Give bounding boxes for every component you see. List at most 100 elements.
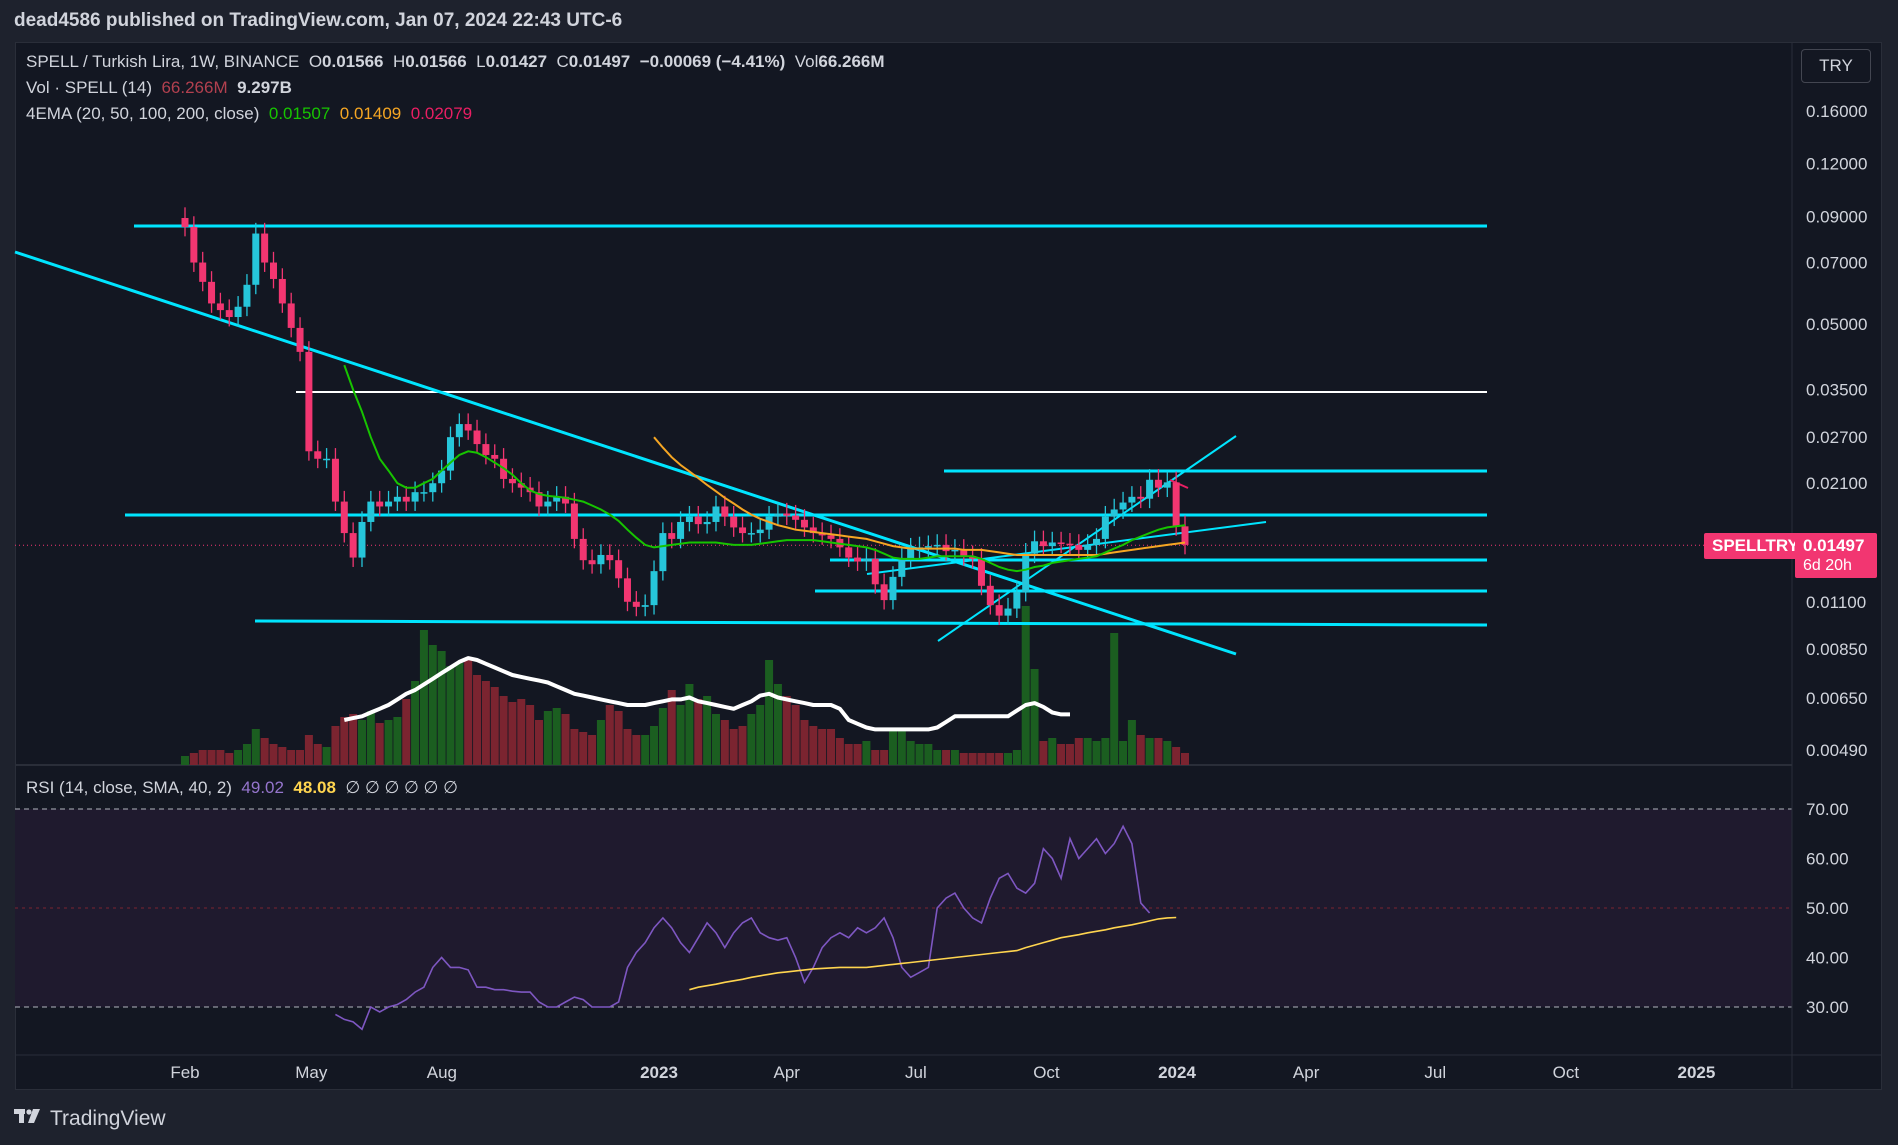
candle-body — [898, 558, 906, 577]
legend-volume-value-2: 9.297B — [237, 78, 292, 97]
volume-bar — [508, 702, 517, 765]
price-tick-label: 0.16000 — [1806, 102, 1867, 121]
time-tick-label: Oct — [1553, 1063, 1580, 1082]
drawing-lines-group — [14, 224, 1488, 656]
volume-bar — [251, 729, 260, 765]
volume-bar — [835, 738, 844, 765]
candle-body — [659, 533, 667, 572]
candle-body — [1137, 496, 1145, 499]
volume-bar — [517, 699, 526, 765]
candle-body — [1084, 544, 1092, 550]
volume-bar — [349, 714, 358, 765]
volume-bars-group — [181, 606, 1189, 765]
price-tick-label: 0.02100 — [1806, 474, 1867, 493]
candle-body — [455, 424, 463, 438]
candle-body — [703, 521, 711, 525]
candle-body — [376, 501, 384, 507]
candle-body — [349, 533, 357, 558]
last-price-tag: 0.01497 6d 20h — [1795, 533, 1877, 578]
candle-body — [385, 501, 393, 507]
volume-bar — [384, 720, 393, 765]
volume-bar — [1048, 738, 1057, 765]
candle-body — [305, 351, 313, 452]
chart-svg[interactable]: 0.16000 0.12000 0.09000 0.07000 0.05000 0.035… — [0, 0, 1898, 1145]
candle-body — [845, 547, 853, 558]
volume-bar — [340, 717, 349, 765]
candle-body — [323, 458, 331, 461]
candle-body — [287, 303, 295, 328]
candle-body — [367, 501, 375, 522]
candle-body — [632, 601, 640, 607]
legend-rsi-empty-values: ∅ ∅ ∅ ∅ ∅ ∅ — [345, 778, 458, 797]
legend-ema-indicator[interactable]: 4EMA (20, 50, 100, 200, close) — [26, 104, 259, 123]
legend-low: 0.01427 — [485, 52, 548, 71]
channel-line-upper — [937, 435, 1237, 642]
currency-button[interactable]: TRY — [1801, 49, 1871, 83]
volume-bar — [1039, 741, 1048, 765]
volume-bar — [1092, 741, 1101, 765]
time-tick-label: May — [295, 1063, 328, 1082]
candle-body — [331, 458, 339, 502]
volume-bar — [216, 750, 225, 765]
volume-bar — [207, 750, 216, 765]
candle-body — [854, 557, 862, 562]
candle-body — [924, 546, 932, 548]
candle-body — [871, 558, 879, 585]
candle-body — [314, 451, 322, 459]
candle-body — [623, 578, 631, 602]
volume-bar — [304, 735, 313, 765]
candle-body — [216, 303, 224, 311]
volume-bar — [694, 699, 703, 765]
volume-bar — [278, 747, 287, 765]
candle-body — [491, 454, 499, 459]
volume-bar — [393, 717, 402, 765]
volume-bar — [800, 720, 809, 765]
volume-bar — [676, 705, 685, 765]
candle-body — [570, 503, 578, 539]
legend-ema50: 0.01409 — [339, 104, 402, 123]
volume-bar — [464, 660, 473, 765]
volume-bar — [862, 741, 871, 765]
volume-bar — [605, 705, 614, 765]
candle-body — [650, 571, 658, 606]
price-tick-label: 0.09000 — [1806, 207, 1867, 226]
legend-vol-label: Vol — [794, 52, 819, 71]
volume-bar — [959, 753, 968, 765]
candle-body — [606, 554, 614, 561]
legend-symbol[interactable]: SPELL / Turkish Lira, 1W, BINANCE — [26, 52, 299, 71]
volume-bar — [1065, 744, 1074, 765]
volume-bar — [181, 756, 189, 765]
volume-bar — [880, 750, 889, 765]
volume-bar — [871, 750, 880, 765]
candle-body — [685, 516, 693, 522]
tradingview-logo[interactable]: TradingView — [14, 1106, 166, 1132]
candle-body — [1110, 509, 1118, 517]
last-price: 0.01497 — [1803, 536, 1865, 555]
candle-body — [986, 585, 994, 606]
legend-rsi-value: 49.02 — [241, 778, 284, 797]
candle-body — [721, 506, 729, 517]
price-tick-label: 0.01100 — [1806, 593, 1866, 612]
volume-bar — [1181, 753, 1189, 765]
legend-volume-indicator[interactable]: Vol · SPELL (14) — [26, 78, 152, 97]
volume-bar — [1163, 741, 1172, 765]
candle-body — [1066, 543, 1074, 546]
candle-body — [1057, 542, 1065, 544]
volume-bar — [738, 726, 747, 765]
volume-bar — [986, 753, 995, 765]
volume-bar — [995, 753, 1004, 765]
ema20-line — [343, 364, 1186, 573]
rsi-background-group — [15, 808, 1792, 1008]
rsi-tick-label: 50.00 — [1806, 899, 1849, 918]
volume-bar — [446, 666, 455, 765]
candle-body — [402, 496, 410, 502]
time-tick-label: 2025 — [1678, 1063, 1716, 1082]
candle-body — [1031, 541, 1039, 554]
legend-rsi-indicator[interactable]: RSI (14, close, SMA, 40, 2) — [26, 778, 232, 797]
candles-group — [181, 207, 1189, 626]
time-tick-label: Jul — [1424, 1063, 1446, 1082]
ema-group — [343, 364, 1186, 573]
candle-body — [181, 218, 189, 227]
volume-bar — [765, 660, 774, 765]
price-tick-label: 0.02700 — [1806, 428, 1867, 447]
